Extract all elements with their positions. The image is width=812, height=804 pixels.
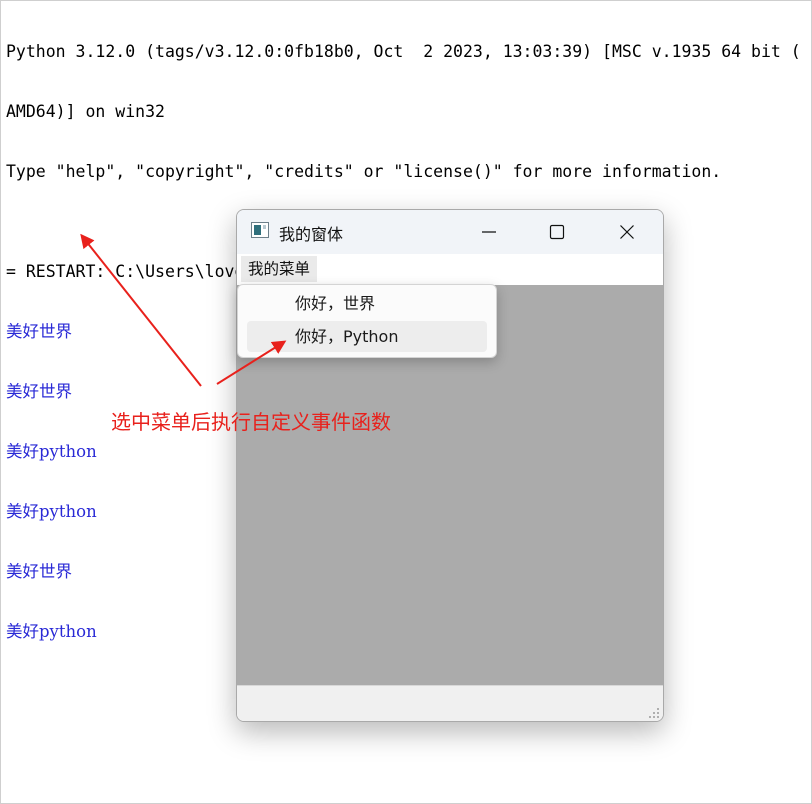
annotation-caption: 选中菜单后执行自定义事件函数	[111, 410, 391, 434]
annotation-arrows	[80, 233, 287, 387]
arrow-to-shell-output	[80, 233, 202, 387]
arrow-to-menu-item	[216, 340, 287, 385]
